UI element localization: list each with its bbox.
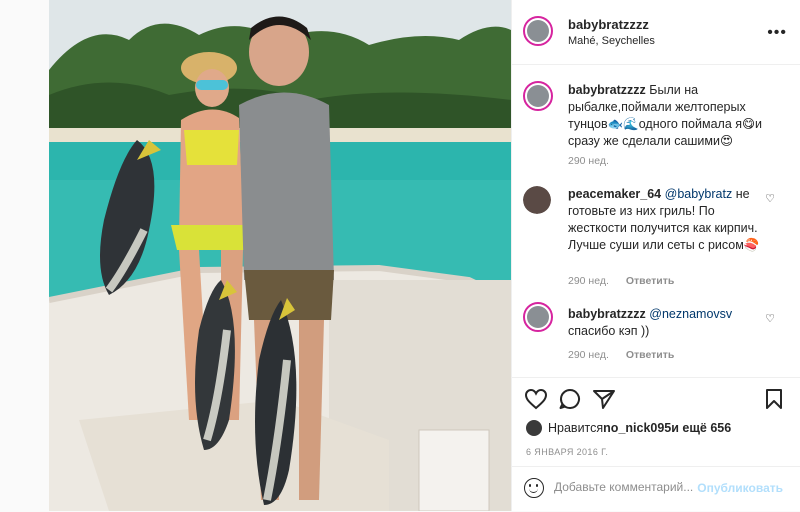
- commenter-avatar[interactable]: [523, 186, 551, 214]
- like-heart-icon[interactable]: [524, 388, 548, 410]
- comment-mention[interactable]: @babybratz: [665, 187, 733, 201]
- post-header: babybratzzzz Mahé, Seychelles •••: [512, 0, 800, 65]
- liker-avatar[interactable]: [526, 420, 542, 436]
- comment-username[interactable]: babybratzzzz: [568, 307, 646, 321]
- caption-meta: 290 нед.: [568, 155, 623, 167]
- comment-time[interactable]: 290 нед.: [568, 275, 609, 287]
- add-comment-bar: Опубликовать: [512, 466, 800, 512]
- comment-like-heart-icon[interactable]: ♡: [765, 192, 775, 205]
- comment-body: спасибо кэп )): [568, 324, 650, 338]
- post-date[interactable]: 6 ЯНВАРЯ 2016 Г.: [526, 447, 608, 457]
- caption-time[interactable]: 290 нед.: [568, 155, 609, 167]
- save-bookmark-icon[interactable]: [764, 388, 784, 410]
- likes-summary: Нравится no_nick095 и ещё 656: [526, 420, 731, 436]
- caption-avatar[interactable]: [523, 81, 553, 111]
- comment-text: peacemaker_64 @babybratz не готовьте из …: [568, 186, 768, 254]
- comment-time[interactable]: 290 нед.: [568, 349, 609, 361]
- comment-bubble-icon[interactable]: [558, 388, 582, 410]
- comment-like-heart-icon[interactable]: ♡: [765, 312, 775, 325]
- post-location[interactable]: Mahé, Seychelles: [568, 35, 655, 47]
- reply-button[interactable]: Ответить: [626, 275, 675, 287]
- commenter-avatar[interactable]: [523, 302, 553, 332]
- likes-count[interactable]: и ещё 656: [671, 421, 731, 435]
- comment-meta: 290 нед. Ответить: [568, 349, 688, 361]
- photo-illustration: [49, 0, 511, 511]
- comment-username[interactable]: peacemaker_64: [568, 187, 661, 201]
- publish-button[interactable]: Опубликовать: [697, 481, 783, 495]
- likes-prefix: Нравится: [548, 421, 604, 435]
- caption-text: babybratzzzz Были на рыбалке,поймали жел…: [568, 82, 768, 150]
- comment-meta: 290 нед. Ответить: [568, 275, 688, 287]
- backdrop: [0, 0, 49, 511]
- more-icon[interactable]: •••: [767, 24, 787, 42]
- caption-username[interactable]: babybratzzzz: [568, 83, 646, 97]
- comment-text: babybratzzzz @neznamovsv спасибо кэп )): [568, 306, 768, 340]
- post-side-panel: babybratzzzz Mahé, Seychelles ••• babybr…: [511, 0, 800, 511]
- comment-mention[interactable]: @neznamovsv: [649, 307, 732, 321]
- action-bar: [512, 377, 800, 424]
- author-avatar[interactable]: [523, 16, 553, 46]
- post-photo[interactable]: [49, 0, 511, 511]
- share-paper-plane-icon[interactable]: [592, 388, 616, 410]
- liker-username[interactable]: no_nick095: [603, 421, 671, 435]
- author-username[interactable]: babybratzzzz: [568, 17, 649, 32]
- comments-list: babybratzzzz Были на рыбалке,поймали жел…: [512, 65, 800, 375]
- reply-button[interactable]: Ответить: [626, 349, 675, 361]
- emoji-icon[interactable]: [524, 478, 544, 498]
- comment-input[interactable]: [554, 480, 704, 494]
